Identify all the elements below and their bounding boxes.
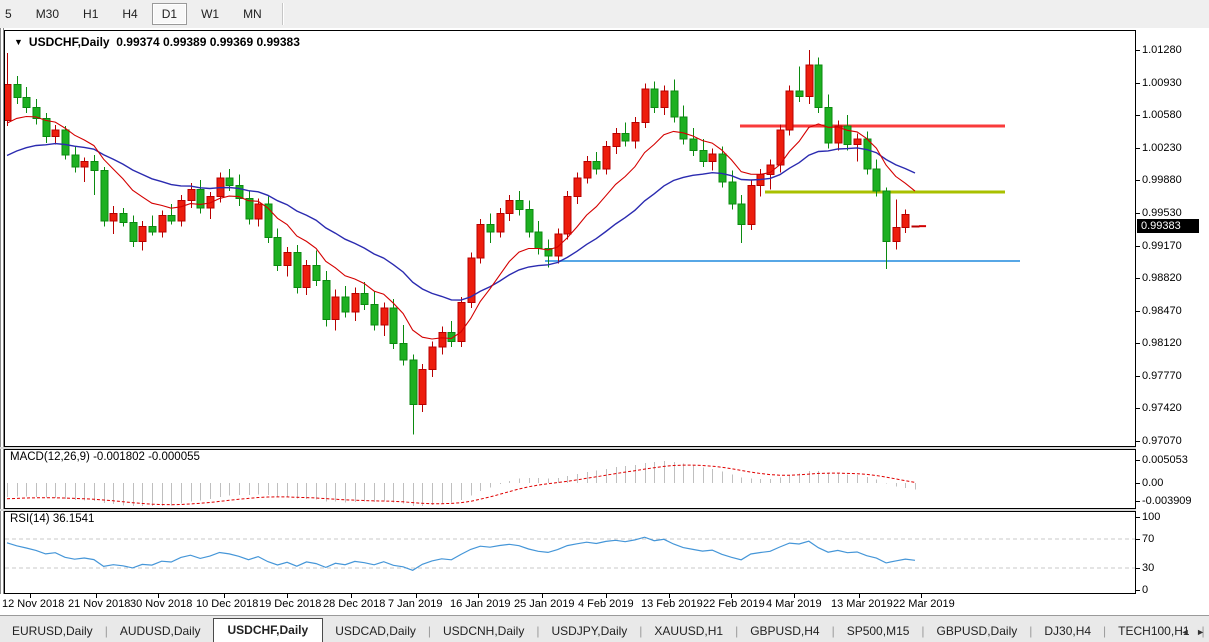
rsi-axis-label-tick xyxy=(1136,517,1140,518)
price-axis-label: 1.01280 xyxy=(1142,44,1182,56)
rsi-axis-label: 70 xyxy=(1142,533,1155,545)
price-axis-label: 0.98120 xyxy=(1142,337,1182,349)
price-pane-canvas[interactable] xyxy=(5,31,1135,446)
chart-symbol-label: USDCHF,Daily xyxy=(28,35,110,49)
date-label: 12 Nov 2018 xyxy=(2,598,65,610)
macd-axis-label: -0.003909 xyxy=(1142,495,1192,507)
symbol-tab-gbpusd[interactable]: GBPUSD,Daily xyxy=(925,620,1030,642)
macd-axis-label: 0.00 xyxy=(1142,477,1164,489)
date-axis: 12 Nov 2018 21 Nov 2018 30 Nov 2018 10 Dec … xyxy=(0,594,1209,615)
trading-terminal-window: 5 M30 H1 H4 D1 W1 MN ▼ USDCHF,Daily 0.99374 0.9… xyxy=(0,0,1209,642)
rsi-axis-label-tick xyxy=(1136,539,1140,540)
date-label: 10 Dec 2018 xyxy=(196,598,259,610)
current-price-tag: 0.99383 xyxy=(1137,219,1199,233)
date-label: 4 Feb 2019 xyxy=(578,598,634,610)
window-left-edge xyxy=(0,28,1,615)
price-axis-label: 0.98470 xyxy=(1142,305,1182,317)
rsi-axis-label: 30 xyxy=(1142,562,1155,574)
timeframe-button-w1[interactable]: W1 xyxy=(191,3,229,25)
date-label: 4 Mar 2019 xyxy=(766,598,822,610)
macd-indicator-label: MACD(12,26,9) -0.001802 -0.000055 xyxy=(10,451,200,463)
timeframe-button-h1[interactable]: H1 xyxy=(73,3,108,25)
macd-axis-label-tick xyxy=(1136,460,1140,461)
macd-axis-label: 0.005053 xyxy=(1142,454,1188,466)
symbol-tab-dj30[interactable]: DJ30,H4 xyxy=(1032,620,1103,642)
price-axis-label-tick xyxy=(1136,213,1140,214)
symbol-tab-sp500[interactable]: SP500,M15 xyxy=(835,620,922,642)
rsi-pane-canvas[interactable] xyxy=(5,512,1135,593)
date-label: 16 Jan 2019 xyxy=(450,598,511,610)
date-label: 22 Feb 2019 xyxy=(703,598,765,610)
symbol-tab-xauusd[interactable]: XAUUSD,H1 xyxy=(642,620,735,642)
symbol-tab-usdcad[interactable]: USDCAD,Daily xyxy=(323,620,428,642)
date-label: 30 Nov 2018 xyxy=(130,598,193,610)
price-axis-label-tick xyxy=(1136,180,1140,181)
rsi-indicator-label: RSI(14) 36.1541 xyxy=(10,513,95,525)
chart-region: ▼ USDCHF,Daily 0.99374 0.99389 0.99369 0.… xyxy=(0,28,1209,615)
symbol-tab-usdjpy[interactable]: USDJPY,Daily xyxy=(539,620,639,642)
symbol-tabbar: EURUSD,Daily | AUDUSD,Daily USDCHF,Daily USD… xyxy=(0,615,1209,642)
rsi-pane[interactable] xyxy=(4,511,1136,594)
price-axis-label-tick xyxy=(1136,441,1140,442)
chart-dropdown-icon[interactable]: ▼ xyxy=(14,37,23,47)
chart-title: ▼ USDCHF,Daily 0.99374 0.99389 0.99369 0.… xyxy=(14,35,300,49)
rsi-axis-label: 100 xyxy=(1142,511,1161,523)
toolbar-separator xyxy=(281,3,284,25)
price-axis-label: 0.99530 xyxy=(1142,207,1182,219)
price-axis-label: 0.97770 xyxy=(1142,370,1182,382)
price-axis-label-tick xyxy=(1136,50,1140,51)
price-axis-label: 0.99170 xyxy=(1142,240,1182,252)
timeframe-button-h4[interactable]: H4 xyxy=(112,3,147,25)
timeframe-button-d1[interactable]: D1 xyxy=(151,3,188,25)
macd-axis-label-tick xyxy=(1136,501,1140,502)
rsi-axis-label-tick xyxy=(1136,590,1140,591)
ohlc-low: 0.99369 xyxy=(209,35,254,49)
price-axis-label: 1.00230 xyxy=(1142,142,1182,154)
symbol-tab-eurusd[interactable]: EURUSD,Daily xyxy=(0,620,105,642)
price-axis-label-tick xyxy=(1136,148,1140,149)
price-axis-label: 1.00930 xyxy=(1142,77,1182,89)
price-axis-label-tick xyxy=(1136,246,1140,247)
rsi-axis-label-tick xyxy=(1136,568,1140,569)
price-axis-label-tick xyxy=(1136,376,1140,377)
ohlc-open: 0.99374 xyxy=(116,35,160,49)
date-label: 7 Jan 2019 xyxy=(388,598,443,610)
symbol-tab-gbpusd[interactable]: GBPUSD,H4 xyxy=(738,620,831,642)
price-axis-label-tick xyxy=(1136,83,1140,84)
date-label: 28 Dec 2018 xyxy=(323,598,386,610)
price-axis-label: 0.98820 xyxy=(1142,272,1182,284)
symbol-tab-usdchf[interactable]: USDCHF,Daily xyxy=(212,618,324,642)
price-axis-label-tick xyxy=(1136,278,1140,279)
price-axis-label: 0.97070 xyxy=(1142,435,1182,447)
tab-scroll-buttons: ◄ ► xyxy=(1181,627,1207,637)
timeframe-button-5[interactable]: 5 xyxy=(2,3,22,25)
ohlc-high: 0.99389 xyxy=(163,35,207,49)
price-pane[interactable] xyxy=(4,30,1136,447)
price-axis-label-tick xyxy=(1136,343,1140,344)
macd-values: -0.001802 -0.000055 xyxy=(93,451,200,463)
date-label: 21 Nov 2018 xyxy=(68,598,131,610)
tab-scroll-left-icon[interactable]: ◄ xyxy=(1181,627,1196,637)
timeframe-toolbar: 5 M30 H1 H4 D1 W1 MN xyxy=(0,0,1209,29)
tab-scroll-right-icon[interactable]: ► xyxy=(1196,627,1207,637)
timeframe-button-m30[interactable]: M30 xyxy=(26,3,69,25)
ohlc-close: 0.99383 xyxy=(256,35,300,49)
symbol-tab-usdcnh[interactable]: USDCNH,Daily xyxy=(431,620,536,642)
price-axis-label-tick xyxy=(1136,115,1140,116)
macd-axis-label-tick xyxy=(1136,483,1140,484)
date-label: 25 Jan 2019 xyxy=(514,598,575,610)
date-label: 13 Mar 2019 xyxy=(831,598,893,610)
symbol-tab-audusd[interactable]: AUDUSD,Daily xyxy=(108,620,213,642)
rsi-value: 36.1541 xyxy=(52,513,95,525)
price-axis-label: 0.99880 xyxy=(1142,174,1182,186)
price-axis-label: 1.00580 xyxy=(1142,109,1182,121)
price-axis-label-tick xyxy=(1136,408,1140,409)
date-label: 19 Dec 2018 xyxy=(259,598,322,610)
date-label: 22 Mar 2019 xyxy=(893,598,955,610)
price-axis-label-tick xyxy=(1136,311,1140,312)
timeframe-button-mn[interactable]: MN xyxy=(233,3,272,25)
price-axis-label: 0.97420 xyxy=(1142,402,1182,414)
date-label: 13 Feb 2019 xyxy=(641,598,703,610)
